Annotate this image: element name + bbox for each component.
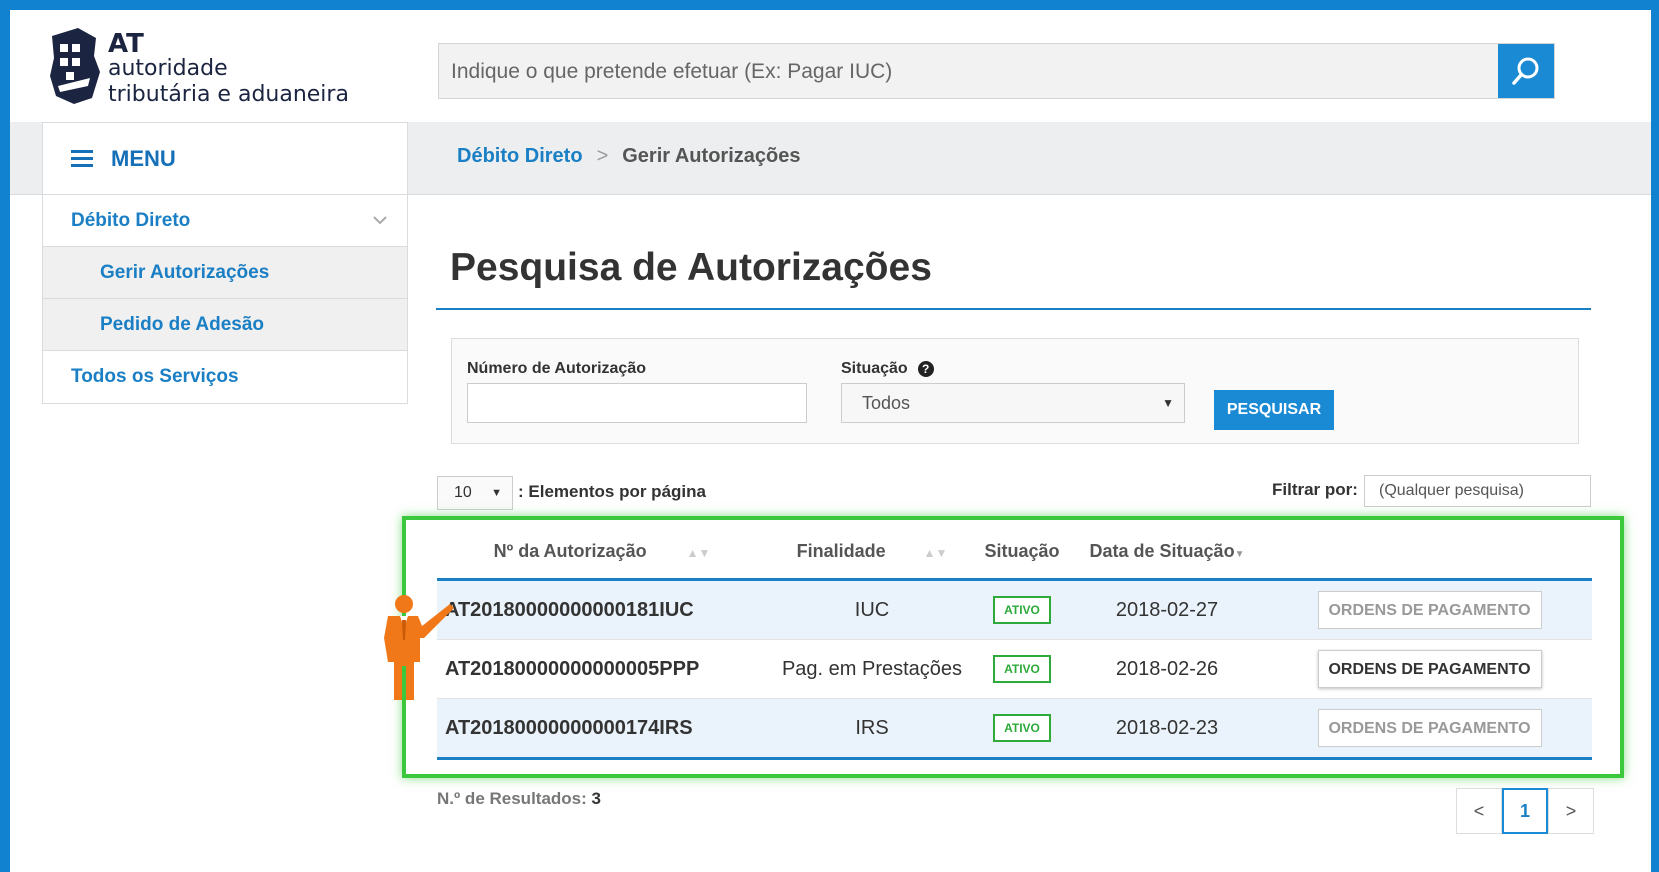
breadcrumb: Débito Direto > Gerir Autorizações	[457, 145, 800, 168]
sidebar-item-gerir-autorizacoes[interactable]: Gerir Autorizações	[43, 247, 407, 299]
frame-right-border	[1651, 0, 1659, 872]
logo-line-1: AT	[108, 29, 144, 59]
menu-label: MENU	[111, 145, 176, 171]
search-icon	[1512, 57, 1539, 85]
menu-toggle[interactable]: MENU	[42, 122, 408, 194]
sidebar-item-label: Todos os Serviços	[71, 366, 239, 387]
highlight-frame	[402, 516, 1624, 778]
results-label: N.º de Resultados:	[437, 789, 587, 808]
results-value: 3	[591, 789, 601, 808]
breadcrumb-separator: >	[596, 145, 609, 167]
previous-page-button[interactable]: <	[1456, 788, 1502, 834]
presenter-pointing-icon	[384, 595, 454, 700]
per-page-select[interactable]: 10 ▼	[437, 476, 513, 510]
hamburger-icon	[71, 146, 93, 171]
situacao-label-wrap: Situação?	[841, 360, 934, 378]
dropdown-arrow-icon: ▼	[491, 487, 502, 499]
sidebar-item-label: Gerir Autorizações	[100, 261, 270, 283]
numero-autorizacao-label: Número de Autorização	[467, 360, 646, 377]
breadcrumb-link-debito-direto[interactable]: Débito Direto	[457, 145, 583, 168]
at-emblem-icon	[50, 28, 100, 104]
sidebar-item-todos-servicos[interactable]: Todos os Serviços	[43, 351, 407, 403]
dropdown-arrow-icon: ▼	[1162, 396, 1174, 410]
site-header: AT autoridade tributária e aduaneira	[10, 10, 1651, 122]
page-button-current[interactable]: 1	[1502, 788, 1548, 834]
per-page-value: 10	[454, 484, 472, 501]
numero-autorizacao-input[interactable]	[467, 383, 807, 423]
sidebar-menu: Débito Direto Gerir Autorizações Pedido …	[42, 194, 408, 404]
sidebar-item-pedido-adesao[interactable]: Pedido de Adesão	[43, 299, 407, 351]
breadcrumb-current: Gerir Autorizações	[622, 145, 801, 167]
logo-text[interactable]: AT autoridade tributária e aduaneira	[108, 29, 349, 108]
situacao-select[interactable]: Todos ▼	[841, 383, 1185, 423]
per-page-label: : Elementos por página	[518, 482, 706, 501]
next-page-button[interactable]: >	[1548, 788, 1594, 834]
logo-line-3: tributária e aduaneira	[108, 82, 349, 107]
results-count: N.º de Resultados: 3	[437, 789, 601, 809]
sidebar-item-label: Débito Direto	[71, 209, 191, 231]
situacao-selected-value: Todos	[862, 393, 911, 413]
pesquisar-button[interactable]: PESQUISAR	[1214, 390, 1334, 430]
situacao-label: Situação	[841, 360, 908, 377]
help-icon[interactable]: ?	[917, 360, 934, 377]
filter-label: Filtrar por:	[1272, 480, 1358, 499]
filter-input[interactable]: (Qualquer pesquisa)	[1364, 475, 1591, 507]
logo-line-2: autoridade	[108, 56, 228, 81]
sidebar-item-debito-direto[interactable]: Débito Direto	[43, 195, 407, 247]
site-search	[438, 43, 1555, 100]
page-title: Pesquisa de Autorizações	[450, 246, 932, 289]
search-button[interactable]	[1498, 44, 1554, 98]
sidebar-item-label: Pedido de Adesão	[100, 313, 264, 335]
chevron-down-icon	[373, 216, 387, 225]
frame-left-border	[0, 0, 10, 872]
search-input[interactable]	[449, 44, 1493, 100]
title-divider	[436, 308, 1591, 310]
frame-top-border	[0, 0, 1659, 10]
pagination: < 1 >	[1456, 788, 1594, 834]
search-form: Número de Autorização Situação? Todos ▼ …	[451, 338, 1579, 444]
